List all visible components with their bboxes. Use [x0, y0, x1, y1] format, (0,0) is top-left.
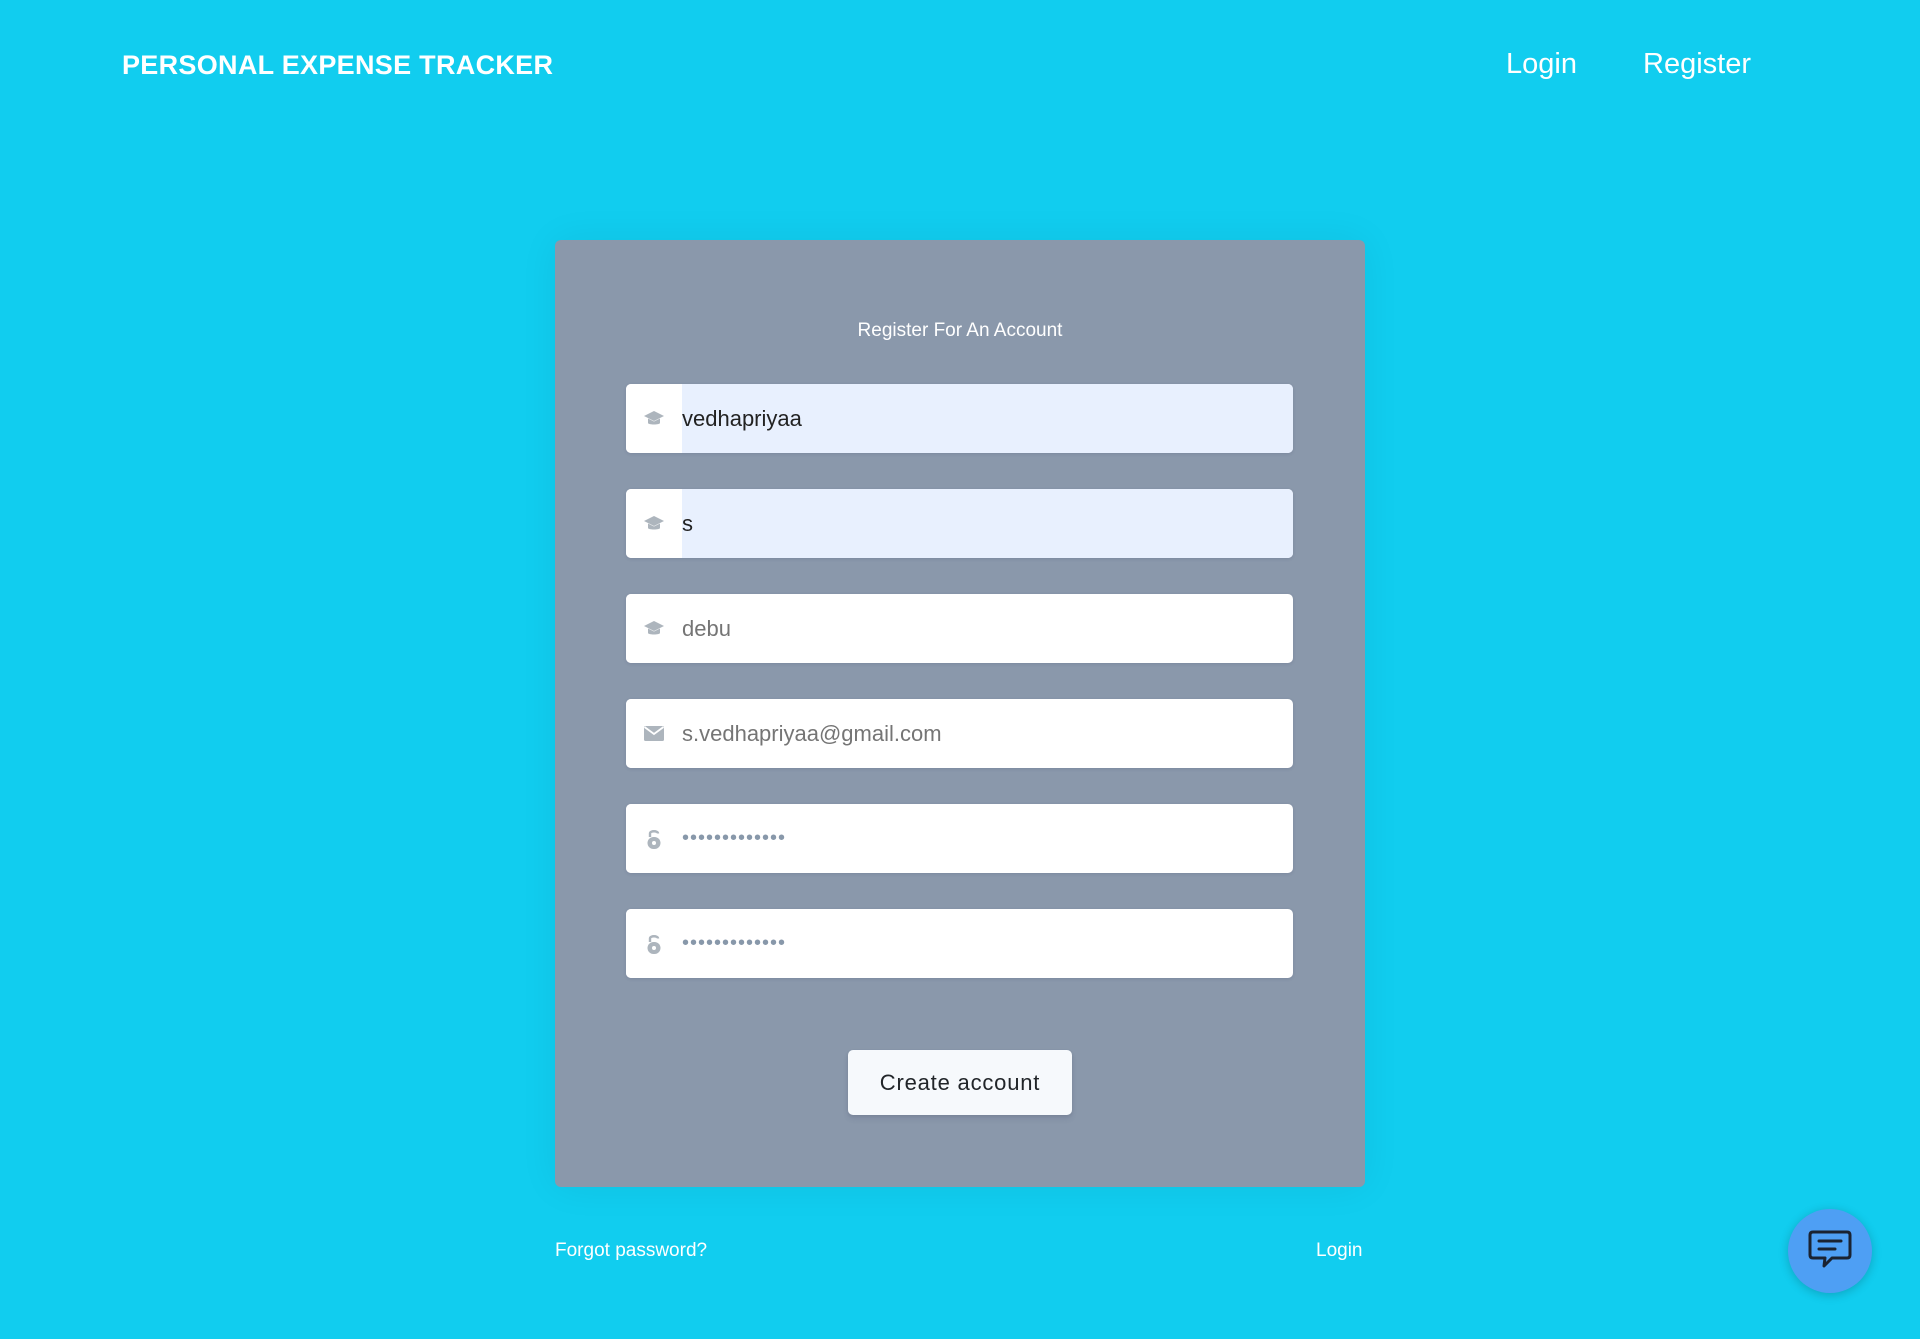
graduation-cap-icon [626, 489, 682, 558]
email-input[interactable] [682, 699, 1293, 768]
chat-bubble-icon [1808, 1229, 1852, 1274]
first-name-field [626, 384, 1293, 453]
nav-login-link[interactable]: Login [1506, 48, 1577, 81]
forgot-password-link[interactable]: Forgot password? [555, 1240, 707, 1262]
password-field [626, 804, 1293, 873]
footer-login-link[interactable]: Login [1316, 1240, 1363, 1262]
lock-open-icon [626, 804, 682, 873]
email-field [626, 699, 1293, 768]
graduation-cap-icon [626, 384, 682, 453]
brand-title[interactable]: PERSONAL EXPENSE TRACKER [122, 50, 553, 81]
graduation-cap-icon [626, 594, 682, 663]
first-name-input[interactable] [682, 384, 1293, 453]
envelope-icon [626, 699, 682, 768]
last-name-input[interactable] [682, 489, 1293, 558]
navbar: PERSONAL EXPENSE TRACKER Login Register [0, 0, 1920, 140]
username-field [626, 594, 1293, 663]
confirm-password-input[interactable] [682, 909, 1293, 978]
nav-links: Login Register [1506, 48, 1751, 81]
register-card: Register For An Account vedhapriyaa s de… [555, 240, 1365, 1187]
confirm-password-field [626, 909, 1293, 978]
form-title: Register For An Account [857, 320, 1063, 341]
nav-register-link[interactable]: Register [1643, 48, 1751, 81]
last-name-field [626, 489, 1293, 558]
username-input[interactable] [682, 594, 1293, 663]
create-account-button[interactable]: Create account [848, 1050, 1072, 1115]
lock-open-icon [626, 909, 682, 978]
chat-button[interactable] [1788, 1209, 1872, 1293]
password-input[interactable] [682, 804, 1293, 873]
